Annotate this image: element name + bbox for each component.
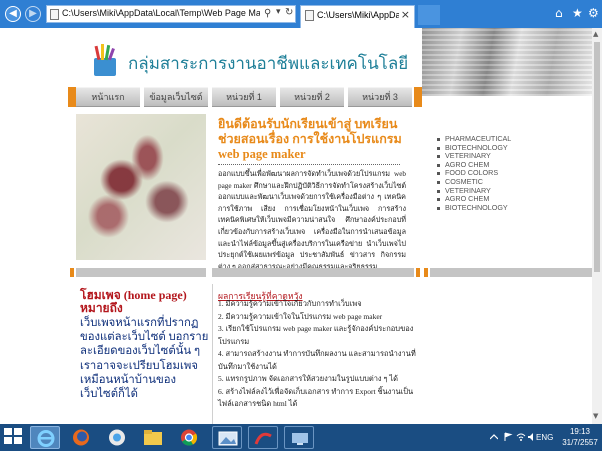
photo-viewer-icon[interactable] — [212, 426, 242, 449]
address-bar[interactable]: C:\Users\Miki\AppData\Local\Temp\Web Pag… — [46, 5, 296, 23]
hero-flower-photo — [76, 114, 206, 260]
web-page-maker-icon[interactable] — [248, 426, 278, 449]
objective-item: 5. แทรกรูปภาพ จัดเอกสารให้สวยงามในรูปแบบ… — [218, 374, 399, 383]
main-nav: หน้าแรก ข้อมูลเว็บไซต์ หน่วยที่ 1 หน่วยท… — [76, 87, 414, 107]
welcome-heading: ยินดีต้อนรับนักเรียนเข้าสู่ บทเรียนช่วยส… — [218, 117, 402, 161]
chevron-down-icon[interactable]: ▾ — [276, 7, 281, 17]
nav-item-unit-1[interactable]: หน่วยที่ 1 — [212, 87, 276, 107]
media-player-icon[interactable] — [102, 426, 132, 449]
separator-accent — [416, 268, 420, 277]
chevron-up-icon[interactable] — [490, 433, 498, 441]
separator-accent — [424, 268, 428, 277]
windows-taskbar: ENG 19:13 31/7/2557 — [0, 424, 602, 451]
page-icon — [50, 9, 59, 20]
gear-icon[interactable]: ⚙ — [588, 6, 599, 20]
heading-divider — [218, 164, 400, 165]
building-image — [422, 28, 592, 96]
wifi-icon[interactable] — [516, 432, 526, 442]
new-tab-button[interactable] — [418, 5, 440, 25]
start-button[interactable] — [4, 428, 24, 446]
objective-item: 6. สร้างไฟล์ลงไว้เพื่อจัดเก็บเอกสาร ทำกา… — [218, 386, 414, 409]
file-explorer-icon[interactable] — [138, 426, 168, 449]
separator-accent — [70, 268, 74, 277]
nav-item-unit-3[interactable]: หน่วยที่ 3 — [348, 87, 412, 107]
objectives-list: 1. มีความรู้ความเข้าใจเกี่ยวกับการทำเว็บ… — [218, 298, 418, 411]
search-icon[interactable]: ⚲ — [264, 8, 271, 19]
scroll-thumb[interactable] — [594, 42, 600, 272]
browser-toolbar: ◀ ▶ C:\Users\Miki\AppData\Local\Temp\Web… — [0, 0, 602, 28]
category-item[interactable]: BIOTECHNOLOGY — [436, 203, 511, 213]
homepage-title: โฮมเพจ (home page) หมายถึง — [80, 288, 187, 315]
welcome-body: ออกแบบขึ้นเพื่อพัฒนาผลการจัดทำเว็บเพจด้ว… — [218, 170, 406, 271]
favorites-icon[interactable]: ★ — [572, 6, 583, 20]
tab-title: C:\Users\Miki\AppData\Lo... — [317, 10, 399, 20]
refresh-icon[interactable]: ↻ — [285, 7, 293, 18]
scroll-up-icon[interactable]: ▲ — [593, 30, 598, 38]
firefox-icon[interactable] — [66, 426, 96, 449]
internet-explorer-icon[interactable] — [30, 426, 60, 449]
chrome-icon[interactable] — [174, 426, 204, 449]
close-icon[interactable]: × — [401, 8, 410, 21]
forward-icon: ▶ — [29, 8, 37, 19]
clock-time[interactable]: 19:13 — [560, 427, 600, 436]
separator-bar — [212, 268, 414, 277]
home-icon[interactable]: ⌂ — [555, 6, 563, 20]
objective-item: 3. เรียกใช้โปรแกรม web page maker และรู้… — [218, 324, 414, 346]
windows-logo-icon — [4, 428, 12, 435]
back-icon: ◀ — [9, 8, 17, 19]
back-button[interactable]: ◀ — [5, 6, 21, 22]
forward-button[interactable]: ▶ — [25, 6, 41, 22]
objective-item: 4. สามารถสร้างงาน ทำการบันทึกผลงาน และสา… — [218, 349, 416, 371]
tab-active[interactable]: C:\Users\Miki\AppData\Lo... × — [300, 5, 415, 28]
page-icon — [305, 10, 314, 21]
flag-icon[interactable] — [503, 432, 513, 442]
network-icon[interactable] — [284, 426, 314, 449]
objective-item: 1. มีความรู้ความเข้าใจเกี่ยวกับการทำเว็บ… — [218, 299, 362, 308]
nav-item-home[interactable]: หน้าแรก — [76, 87, 140, 107]
language-indicator[interactable]: ENG — [536, 433, 553, 442]
nav-item-unit-2[interactable]: หน่วยที่ 2 — [280, 87, 344, 107]
vertical-scrollbar[interactable]: ▲ ▼ — [592, 28, 602, 424]
category-list: PHARMACEUTICAL BIOTECHNOLOGY VETERINARY … — [436, 134, 511, 213]
page-viewport: กลุ่มสาระการงานอาชีพและเทคโนโลยี หน้าแรก… — [0, 28, 602, 424]
separator-bar — [430, 268, 592, 277]
nav-accent-right — [414, 87, 422, 107]
column-divider — [212, 284, 213, 424]
pencils-logo-icon — [94, 44, 116, 76]
objective-item: 2. มีความรู้ความเข้าใจในโปรแกรม web page… — [218, 311, 383, 321]
homepage-body: เว็บเพจหน้าแรกที่ปรากฏของแต่ละเว็บไซต์ บ… — [80, 317, 209, 401]
separator-bar — [76, 268, 206, 277]
scroll-down-icon[interactable]: ▼ — [593, 412, 598, 420]
nav-item-site-info[interactable]: ข้อมูลเว็บไซต์ — [144, 87, 208, 107]
address-text[interactable]: C:\Users\Miki\AppData\Local\Temp\Web Pag… — [62, 8, 260, 18]
site-title: กลุ่มสาระการงานอาชีพและเทคโนโลยี — [128, 54, 409, 73]
clock-date[interactable]: 31/7/2557 — [560, 438, 600, 447]
nav-accent-left — [68, 87, 76, 107]
